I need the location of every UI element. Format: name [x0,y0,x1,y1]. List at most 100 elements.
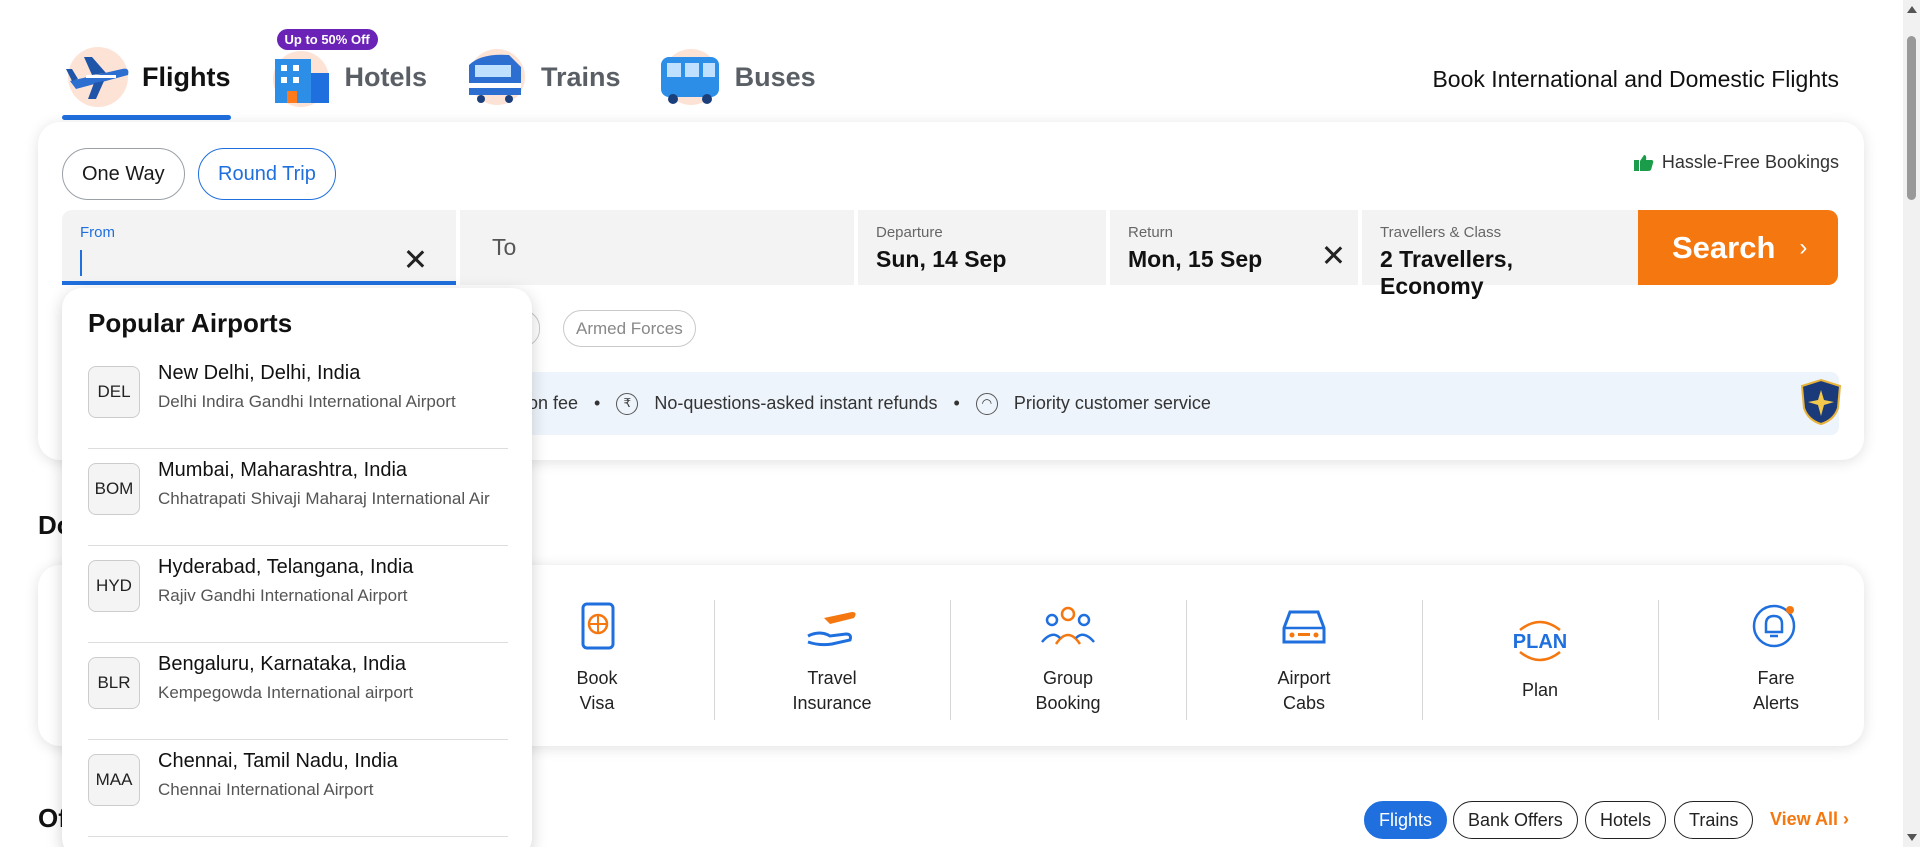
travellers-label: Travellers & Class [1380,224,1502,241]
service-label: Book Visa [576,668,618,713]
tab-trains[interactable]: Trains [461,40,621,114]
airport-code: BLR [88,657,140,709]
airport-option[interactable]: DEL New Delhi, Delhi, India Delhi Indira… [88,352,508,449]
service-travel-insurance[interactable]: Travel Insurance [714,600,950,720]
airport-city: Hyderabad, Telangana, India [158,556,414,578]
offer-filter-hotels[interactable]: Hotels [1585,801,1667,839]
airport-code: BOM [88,463,140,515]
scrollbar-thumb[interactable] [1907,36,1916,200]
hotel-building-icon [272,51,329,107]
service-plan[interactable]: PLAN Plan [1422,600,1658,720]
tab-hotels-label: Hotels [344,61,428,92]
airport-name: Delhi Indira Gandhi International Airpor… [158,392,456,411]
passport-icon [581,602,615,650]
cab-icon [1282,610,1326,644]
airport-name: Kempegowda International airport [158,683,414,702]
service-label: Travel Insurance [792,668,872,713]
product-tabs: Flights Up to 50% Off Hotels Trains Buse… [62,29,850,122]
bell-icon [1752,604,1796,648]
chevron-right-icon: › [1799,233,1808,261]
perk-priority: Priority customer service [1013,393,1211,413]
popular-airports-title: Popular Airports [88,308,293,338]
airport-name: Chhatrapati Shivaji Maharaj Internationa… [158,489,490,508]
airplane-icon [66,47,129,107]
clear-from-icon[interactable] [404,248,426,270]
airport-code: DEL [88,366,140,418]
perk-refunds: No-questions-asked instant refunds [654,393,938,413]
tab-trains-label: Trains [541,61,621,92]
hassle-free-note: Hassle-Free Bookings [1633,152,1839,173]
travellers-field[interactable]: Travellers & Class 2 Travellers, Economy [1362,210,1638,299]
one-way-button[interactable]: One Way [62,148,185,200]
scroll-down-icon[interactable] [1907,834,1917,841]
tab-buses[interactable]: Buses [655,40,816,114]
tab-flights-label: Flights [142,61,231,92]
return-value: Mon, 15 Sep [1128,246,1263,272]
airport-city: New Delhi, Delhi, India [158,362,361,384]
airport-option[interactable]: BLR Bengaluru, Karnataka, India Kempegow… [88,643,508,740]
refund-icon: ₹ [616,392,639,415]
group-people-icon [1041,606,1095,645]
round-trip-button[interactable]: Round Trip [198,148,336,200]
to-field[interactable]: To [460,210,854,285]
service-label: Airport Cabs [1277,668,1331,713]
clear-return-icon[interactable] [1322,244,1344,266]
bullet: • [594,393,601,413]
offer-filter-trains[interactable]: Trains [1674,801,1754,839]
perk-fee-partial: ion fee [524,393,579,413]
from-field[interactable]: From [62,210,456,285]
departure-field[interactable]: Departure Sun, 14 Sep [858,210,1106,285]
service-label: Plan [1521,680,1559,700]
tab-buses-label: Buses [734,61,816,92]
bullet: • [953,393,960,413]
airport-code: HYD [88,560,140,612]
from-label: From [80,224,115,241]
search-button-label: Search [1672,229,1776,265]
headset-icon: ◠ [975,392,998,415]
thumbs-up-icon [1633,154,1654,171]
travellers-value: 2 Travellers, Economy [1380,246,1513,299]
departure-value: Sun, 14 Sep [876,246,1007,272]
text-cursor [80,250,82,276]
service-label: Fare Alerts [1752,668,1799,713]
hassle-free-label: Hassle-Free Bookings [1661,152,1839,172]
airport-option[interactable]: BOM Mumbai, Maharashtra, India Chhatrapa… [88,449,508,546]
insurance-hand-plane-icon [807,612,856,647]
scroll-up-icon[interactable] [1907,6,1917,13]
offer-filter-bank-offers[interactable]: Bank Offers [1453,801,1578,839]
service-airport-cabs[interactable]: Airport Cabs [1186,600,1422,720]
page-headline: Book International and Domestic Flights [1432,66,1839,92]
to-placeholder: To [492,234,517,260]
shield-star-icon [1800,378,1842,426]
departure-label: Departure [876,224,943,241]
view-all-label: View All [1770,809,1839,829]
airport-name: Rajiv Gandhi International Airport [158,586,408,605]
service-label: Group Booking [1035,668,1101,713]
view-all-link[interactable]: View All › [1770,809,1849,830]
return-label: Return [1128,224,1174,241]
tab-hotels[interactable]: Up to 50% Off Hotels [265,29,428,114]
airport-city: Chennai, Tamil Nadu, India [158,750,398,772]
airport-city: Mumbai, Maharashtra, India [158,459,408,481]
search-button[interactable]: Search › [1638,210,1838,285]
svg-text:PLAN: PLAN [1513,631,1567,653]
perks-bar: ion fee • ₹ No-questions-asked instant r… [480,372,1839,435]
train-icon [469,49,526,105]
bus-icon [660,49,719,105]
airport-name: Chennai International Airport [158,780,374,799]
chevron-right-icon: › [1843,809,1850,829]
offer-filter-flights[interactable]: Flights [1364,801,1448,839]
plan-icon: PLAN [1513,620,1567,662]
popular-airports-dropdown: Popular Airports DEL New Delhi, Delhi, I… [62,288,532,847]
page: Flights Up to 50% Off Hotels Trains Buse… [0,0,1920,847]
airport-option[interactable]: MAA Chennai, Tamil Nadu, India Chennai I… [88,740,508,837]
airport-city: Bengaluru, Karnataka, India [158,653,406,675]
return-field[interactable]: Return Mon, 15 Sep [1110,210,1358,285]
tab-flights[interactable]: Flights [62,40,231,120]
service-fare-alerts[interactable]: Fare Alerts [1658,600,1894,720]
airport-code: MAA [88,754,140,806]
vertical-scrollbar[interactable] [1903,0,1920,847]
airport-option[interactable]: HYD Hyderabad, Telangana, India Rajiv Ga… [88,546,508,643]
service-group-booking[interactable]: Group Booking [950,600,1186,720]
special-fare-armed-forces[interactable]: Armed Forces [563,310,696,347]
